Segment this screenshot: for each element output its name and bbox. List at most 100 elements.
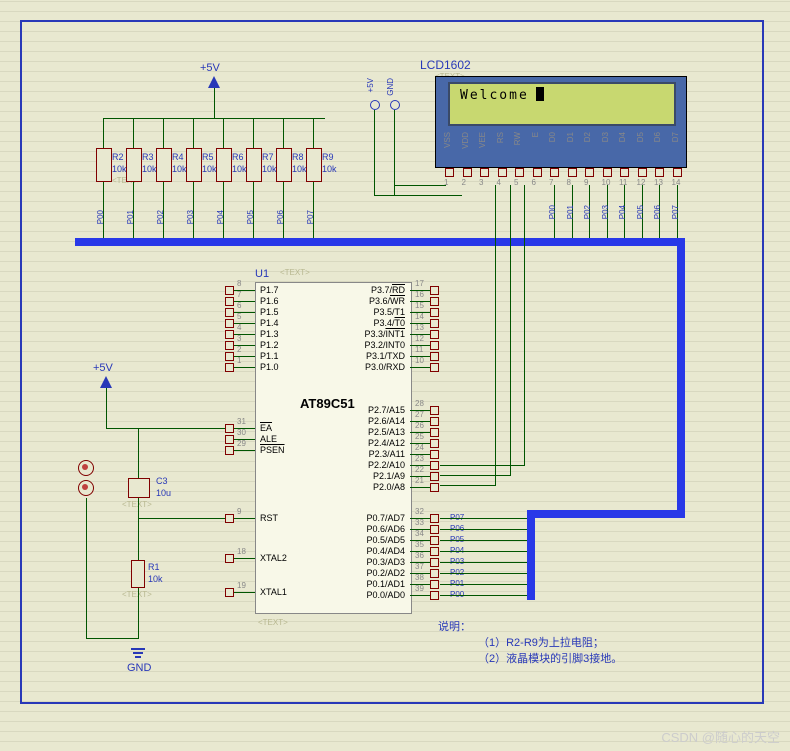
- pinnum-r-26: 26: [415, 421, 424, 430]
- pinnum-r-34: 34: [415, 529, 424, 538]
- pinnum-r-33: 33: [415, 518, 424, 527]
- net-lcd-p00: P00: [548, 205, 557, 219]
- pinname-r-21: P2.0/A8: [355, 482, 405, 492]
- pin-r-22: [430, 472, 439, 481]
- pinnum-l-6: 6: [237, 301, 241, 310]
- pinname-l-1: P1.0: [260, 362, 279, 372]
- net-p07-r: P07: [306, 210, 315, 224]
- power-5v-circle-lcd: [370, 100, 380, 110]
- pin-r-15: [430, 308, 439, 317]
- r1-val: 10k: [148, 574, 163, 584]
- pinnum-l-9: 9: [237, 507, 241, 516]
- pinnum-r-21: 21: [415, 476, 424, 485]
- lcd-pinbox-2: [480, 168, 489, 177]
- lcd-pinbox-4: [515, 168, 524, 177]
- pinnum-l-3: 3: [237, 334, 241, 343]
- p0wire: [440, 518, 527, 519]
- p0wire: [440, 562, 527, 563]
- pinnum-r-36: 36: [415, 551, 424, 560]
- notes-line1: （1）R2-R9为上拉电阻；: [478, 634, 604, 650]
- pinnum-l-1: 1: [237, 356, 241, 365]
- pin-r-21: [430, 483, 439, 492]
- gnd-label: GND: [127, 662, 151, 674]
- resistor-r2: [96, 148, 112, 182]
- pinname-r-15: P3.5/T1: [355, 307, 405, 317]
- bus-top: [75, 238, 685, 246]
- pin-l-2: [225, 352, 234, 361]
- text-label: <TEXT>: [122, 590, 152, 599]
- net-p01-r: P01: [126, 210, 135, 224]
- r2-val: 10k: [112, 164, 127, 174]
- power-5v-label-mid: +5V: [93, 362, 113, 374]
- pin-r-12: [430, 341, 439, 350]
- p0wire: [440, 595, 527, 596]
- pin-r-36: [430, 558, 439, 567]
- lcd-pinbox-10: [620, 168, 629, 177]
- lcd-pinnum-6: 7: [549, 178, 553, 187]
- pinnum-r-39: 39: [415, 584, 424, 593]
- pinname-r-10: P3.0/RXD: [355, 362, 405, 372]
- pin-r-13: [430, 330, 439, 339]
- chip-ref: U1: [255, 268, 269, 280]
- pinname-r-11: P3.1/TXD: [355, 351, 405, 361]
- power-5v-lcd: +5V: [366, 78, 375, 92]
- pinname-l-5: P1.4: [260, 318, 279, 328]
- pinnum-r-10: 10: [415, 356, 424, 365]
- gnd-bar1: [131, 648, 145, 650]
- pinnum-r-25: 25: [415, 432, 424, 441]
- wire-ea: [106, 428, 225, 429]
- net-p04-r: P04: [216, 210, 225, 224]
- net-lcd-p05: P05: [636, 205, 645, 219]
- pinnum-l-4: 4: [237, 323, 241, 332]
- power-5v-arrow-mid: [100, 376, 112, 388]
- r7-name: R7: [262, 152, 274, 162]
- net-lcd-p01: P01: [566, 205, 575, 219]
- bus-bottom: [527, 510, 685, 518]
- power-5v-label-top: +5V: [200, 62, 220, 74]
- wire: [106, 388, 107, 428]
- wire: [394, 185, 446, 186]
- pinnum-l-5: 5: [237, 312, 241, 321]
- lcd-pinnum-1: 2: [462, 178, 466, 187]
- lcd-pin-D2: D2: [583, 132, 592, 142]
- lcd-cursor: [536, 87, 544, 101]
- pin-r-37: [430, 569, 439, 578]
- pin-r-17: [430, 286, 439, 295]
- pinname-r-23: P2.2/A10: [355, 460, 405, 470]
- pin-r-35: [430, 547, 439, 556]
- reset-button[interactable]: [78, 460, 94, 476]
- pinnum-r-27: 27: [415, 410, 424, 419]
- pin-l-6: [225, 308, 234, 317]
- pinwire: [410, 487, 430, 488]
- pinwire: [234, 367, 255, 368]
- wire: [103, 118, 325, 119]
- lcd-pin-VDD: VDD: [461, 132, 470, 149]
- capacitor-c3: [128, 478, 150, 498]
- lcd-pinbox-13: [673, 168, 682, 177]
- pinnum-r-16: 16: [415, 290, 424, 299]
- pin-l-1: [225, 363, 234, 372]
- pinnum-l-8: 8: [237, 279, 241, 288]
- lcd-pin-D5: D5: [636, 132, 645, 142]
- text-label: <TEXT>: [280, 268, 310, 277]
- r4-name: R4: [172, 152, 184, 162]
- wire: [163, 118, 164, 148]
- wire: [253, 118, 254, 148]
- wire: [138, 548, 139, 560]
- pinname-l-4: P1.3: [260, 329, 279, 339]
- pinname-l-30: ALE: [260, 434, 277, 444]
- wire: [138, 518, 139, 548]
- pinnum-r-32: 32: [415, 507, 424, 516]
- net-lcd-p06: P06: [653, 205, 662, 219]
- c3-name: C3: [156, 476, 168, 486]
- r3-val: 10k: [142, 164, 157, 174]
- pinwire: [234, 558, 255, 559]
- net-p05-r: P05: [246, 210, 255, 224]
- wire: [214, 88, 215, 118]
- wire: [440, 485, 496, 486]
- wire: [133, 118, 134, 148]
- pin-l-29: [225, 446, 234, 455]
- wire-rw: [510, 185, 511, 475]
- schematic-canvas[interactable]: +5V R2 10k <TEXT> R3 10k R4 10k R5 10k R…: [0, 0, 790, 751]
- reset-button2: [78, 480, 94, 496]
